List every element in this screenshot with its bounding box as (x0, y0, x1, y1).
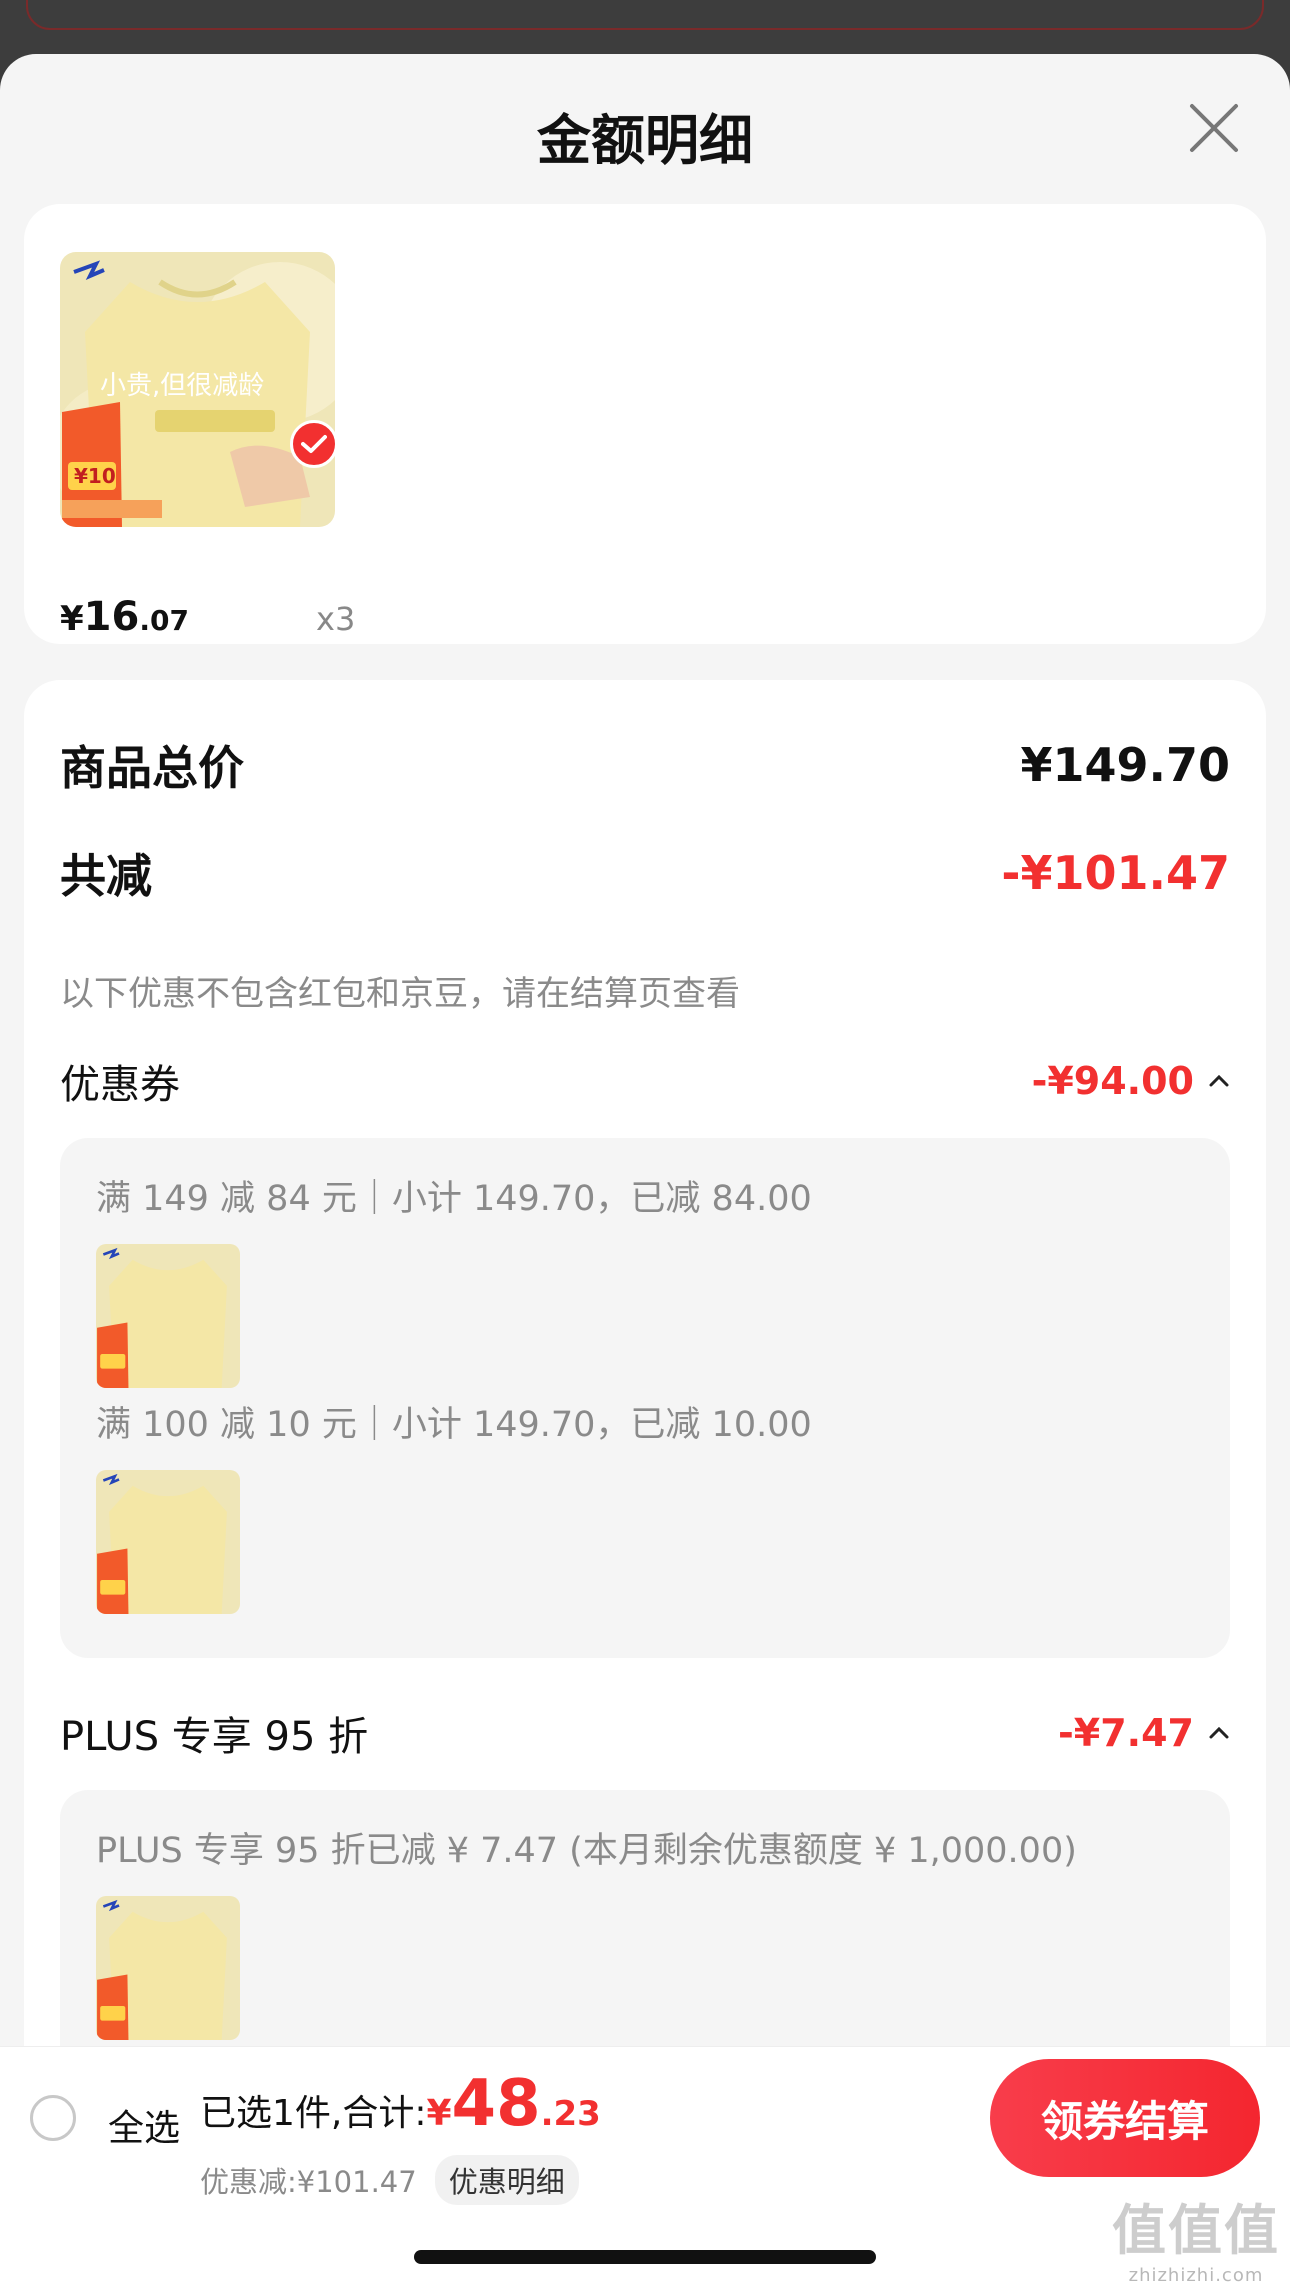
product-quantity: x3 (316, 600, 356, 638)
coupon-value-group: -¥94.00 (1032, 1059, 1230, 1103)
total-summary: 已选1件,合计: ¥ 48 .23 (200, 2067, 601, 2141)
chevron-up-icon[interactable] (1208, 1070, 1230, 1092)
watermark: 值值值 zhizhizhi.com (1112, 2186, 1280, 2286)
close-icon[interactable] (1188, 102, 1240, 154)
plus-value-group: -¥7.47 (1058, 1711, 1230, 1755)
plus-row[interactable]: PLUS 专享 95 折 -¥7.47 (60, 1704, 1230, 1762)
checkout-button[interactable]: 领券结算 (990, 2059, 1260, 2177)
reduce-row: 共减 -¥101.47 (60, 840, 1230, 906)
amount-detail-sheet: 金额明细 小贵,但很减龄 ¥10 ¥16.07 x3 商品总价 ¥149.70 … (0, 54, 1290, 2292)
summary-integer: 48 (451, 2067, 541, 2141)
discount-line: 优惠减:¥101.47 优惠明细 (200, 2155, 579, 2205)
price-decimal: .07 (139, 604, 189, 637)
reduce-label: 共减 (60, 849, 152, 903)
product-image[interactable]: 小贵,但很减龄 ¥10 (60, 252, 335, 527)
watermark-logo: 值值值 (1112, 2199, 1280, 2262)
coupon-label: 优惠券 (60, 1062, 180, 1108)
total-value: ¥149.70 (1020, 738, 1230, 792)
discount-note: 以下优惠不包含红包和京豆，请在结算页查看 (60, 974, 740, 1014)
background-page (0, 0, 1290, 60)
plus-value: -¥7.47 (1058, 1711, 1194, 1755)
product-card: 小贵,但很减龄 ¥10 ¥16.07 x3 (24, 204, 1266, 644)
plus-detail-box: PLUS 专享 95 折已减 ¥ 7.47 (本月剩余优惠额度 ¥ 1,000.… (60, 1790, 1230, 2086)
price-currency: ¥ (60, 599, 84, 639)
select-all-radio[interactable] (30, 2095, 76, 2141)
watermark-site: zhizhizhi.com (1128, 2265, 1264, 2286)
coupon-row[interactable]: 优惠券 -¥94.00 (60, 1052, 1230, 1110)
sheet-header: 金额明细 (0, 54, 1290, 204)
total-row: 商品总价 ¥149.70 (60, 732, 1230, 798)
coupon-detail-box: 满 149 减 84 元｜小计 149.70，已减 84.00 满 100 减 … (60, 1138, 1230, 1658)
chevron-up-icon[interactable] (1208, 1722, 1230, 1744)
coupon-product-thumb-2[interactable] (96, 1470, 240, 1614)
summary-decimal: .23 (540, 2094, 601, 2134)
sheet-title: 金额明细 (537, 109, 753, 172)
summary-currency: ¥ (426, 2093, 452, 2134)
reduce-value: -¥101.47 (1001, 846, 1230, 900)
price-integer: 16 (83, 594, 140, 640)
selected-check-icon[interactable] (290, 420, 338, 468)
background-pill (26, 0, 1264, 30)
product-price: ¥16.07 (60, 594, 189, 640)
plus-product-thumb[interactable] (96, 1896, 240, 2040)
svg-text:¥10: ¥10 (74, 464, 116, 488)
plus-label: PLUS 专享 95 折 (60, 1714, 369, 1760)
discount-text: 优惠减:¥101.47 (200, 2165, 417, 2199)
coupon-line-1: 满 149 减 84 元｜小计 149.70，已减 84.00 (96, 1179, 812, 1219)
summary-label: 已选1件,合计: (200, 2093, 427, 2134)
discount-detail-link[interactable]: 优惠明细 (434, 2155, 579, 2205)
coupon-line-2: 满 100 减 10 元｜小计 149.70，已减 10.00 (96, 1405, 812, 1445)
home-indicator[interactable] (414, 2250, 876, 2264)
product-image-text: 小贵,但很减龄 (100, 371, 264, 401)
select-all-label[interactable]: 全选 (108, 2099, 180, 2151)
coupon-product-thumb-1[interactable] (96, 1244, 240, 1388)
coupon-value: -¥94.00 (1031, 1059, 1194, 1103)
plus-line-1: PLUS 专享 95 折已减 ¥ 7.47 (本月剩余优惠额度 ¥ 1,000.… (96, 1831, 1077, 1871)
total-label: 商品总价 (60, 741, 244, 795)
